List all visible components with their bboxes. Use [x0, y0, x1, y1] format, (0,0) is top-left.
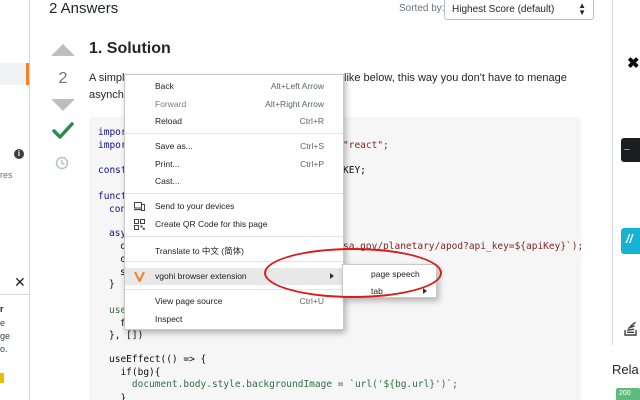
menu-item-label: Back	[155, 81, 174, 91]
left-gutter-text: e	[0, 318, 6, 328]
menu-item-label: Print...	[155, 159, 180, 169]
menu-item-forward[interactable]: Forward Alt+Right Arrow	[125, 96, 343, 113]
code-line: useEffect(() => {	[109, 354, 207, 365]
code-line: if(bg){	[109, 367, 161, 378]
sort-select-value: Highest Score (default)	[452, 4, 555, 15]
code-line: }	[109, 279, 115, 290]
left-gutter-text: res	[0, 170, 13, 180]
code-line: }, [])	[109, 330, 144, 341]
menu-item-label: Forward	[155, 99, 187, 109]
sort-select[interactable]: Highest Score (default) ▲ ▼	[444, 0, 594, 20]
menu-item-create-qr-code[interactable]: Create QR Code for this page	[125, 216, 343, 233]
answer-title: 1. Solution	[89, 40, 171, 57]
extension-v-icon	[134, 271, 145, 282]
code-line: funct	[98, 191, 127, 202]
menu-item-label: Create QR Code for this page	[155, 219, 268, 229]
menu-item-view-source[interactable]: View page source Ctrl+U	[125, 293, 343, 310]
qr-code-icon	[134, 219, 145, 230]
menu-item-label: View page source	[155, 296, 223, 306]
menu-item-reload[interactable]: Reload Ctrl+R	[125, 113, 343, 130]
code-line: impor	[98, 140, 127, 151]
accepted-check-icon	[52, 122, 74, 139]
answers-count: 2 Answers	[49, 0, 119, 17]
x-logo-icon[interactable]: ✖	[627, 54, 640, 72]
code-line: document.body.style.backgroundImage = `u…	[109, 379, 458, 390]
code-line: impor	[98, 127, 127, 138]
menu-item-shortcut: Ctrl+S	[300, 141, 324, 151]
menu-separator	[125, 193, 343, 194]
stack-overflow-logo-icon[interactable]	[624, 320, 638, 336]
menu-item-label: Save as...	[155, 141, 193, 151]
history-icon[interactable]	[55, 156, 69, 170]
left-gutter-text: ge	[0, 331, 11, 341]
menu-item-back[interactable]: Back Alt+Left Arrow	[125, 78, 343, 95]
up-down-arrow-icon: ▲ ▼	[578, 1, 586, 17]
menu-item-save-as[interactable]: Save as... Ctrl+S	[125, 138, 343, 155]
menu-item-inspect[interactable]: Inspect	[125, 311, 343, 328]
menu-item-label: Cast...	[155, 176, 180, 186]
menu-item-shortcut: Alt+Right Arrow	[265, 99, 324, 109]
close-icon[interactable]: ✕	[14, 274, 26, 291]
menu-item-cast[interactable]: Cast...	[125, 173, 343, 190]
divider	[0, 294, 29, 295]
sort-label: Sorted by:	[399, 3, 445, 14]
answer-text: like below, this way you don't have to m…	[344, 72, 567, 84]
device-icon	[134, 202, 145, 211]
left-nav-active-item[interactable]	[0, 63, 29, 85]
left-gutter: i res ✕ r e ge o.	[0, 0, 30, 400]
score-badge-text: 200	[619, 390, 631, 397]
sidebar-promo-text: //	[626, 232, 633, 246]
code-line: const	[98, 165, 127, 176]
sidebar-promo-text: -----	[624, 147, 630, 153]
menu-item-label: Reload	[155, 116, 182, 126]
menu-item-shortcut: Ctrl+R	[299, 116, 324, 126]
vote-count: 2	[58, 70, 68, 87]
menu-separator	[125, 236, 343, 237]
related-heading: Rela	[612, 362, 639, 377]
answer-text: asynchr	[89, 89, 128, 101]
annotation-ellipse	[264, 248, 442, 298]
upvote-arrow-icon[interactable]	[51, 44, 75, 56]
code-line: KEY;	[343, 165, 366, 176]
menu-item-label: vgohi browser extension	[155, 271, 247, 281]
menu-item-label: Send to your devices	[155, 201, 235, 211]
menu-item-shortcut: Ctrl+P	[300, 159, 324, 169]
menu-item-print[interactable]: Print... Ctrl+P	[125, 156, 343, 173]
answer-text: A simpl	[89, 72, 125, 84]
menu-item-label: Inspect	[155, 314, 183, 324]
menu-item-send-to-devices[interactable]: Send to your devices	[125, 198, 343, 215]
left-gutter-text: o.	[0, 344, 8, 354]
menu-item-shortcut: Ctrl+U	[299, 296, 324, 306]
status-badge	[0, 373, 4, 383]
code-line: }	[109, 393, 127, 400]
info-icon[interactable]: i	[14, 149, 24, 159]
divider	[612, 0, 613, 345]
menu-item-shortcut: Alt+Left Arrow	[270, 81, 324, 91]
chevron-right-icon	[423, 288, 427, 294]
code-line: "react";	[343, 140, 389, 151]
menu-separator	[125, 133, 343, 134]
left-gutter-text: r	[0, 304, 4, 314]
menu-item-label: Translate to 中文 (简体)	[155, 246, 244, 256]
downvote-arrow-icon[interactable]	[51, 99, 75, 111]
